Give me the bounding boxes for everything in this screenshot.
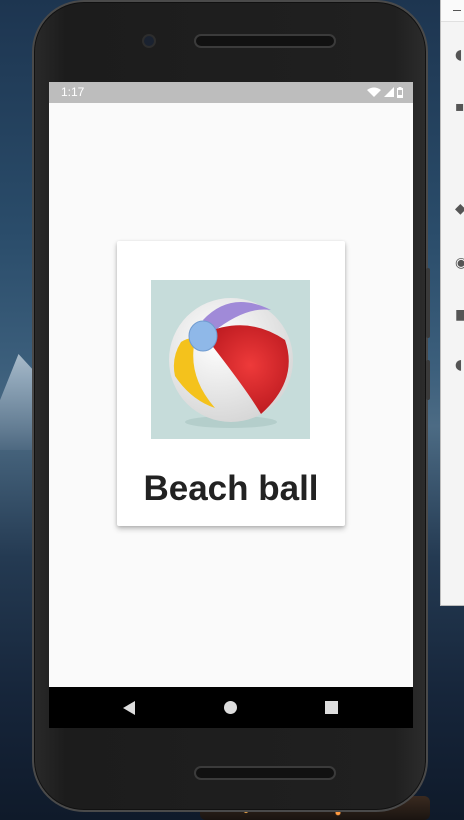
- back-button[interactable]: [123, 701, 135, 715]
- top-speaker: [194, 34, 336, 48]
- status-time: 1:17: [61, 85, 85, 99]
- bottom-speaker: [194, 766, 336, 780]
- beach-ball-image: [151, 280, 310, 439]
- camera-icon[interactable]: ◉: [455, 256, 464, 270]
- status-icons: [367, 85, 403, 99]
- front-camera: [144, 36, 154, 46]
- beach-ball-icon: [169, 298, 293, 428]
- side-window-panel: ◖ ▪ ◆ ◉ ■ ◖: [440, 0, 464, 606]
- power-icon[interactable]: ◖: [455, 48, 464, 62]
- phone-screen: 1:17 Beach ball: [49, 82, 413, 728]
- volume-button[interactable]: [426, 268, 430, 338]
- power-button[interactable]: [426, 360, 430, 400]
- back-icon[interactable]: ◖: [455, 358, 464, 372]
- wifi-icon: [367, 87, 381, 97]
- volume-icon[interactable]: ▪: [455, 100, 464, 114]
- side-window-titlebar: [441, 0, 464, 22]
- rotate-icon[interactable]: ◆: [455, 202, 464, 216]
- navigation-bar: [49, 687, 413, 728]
- signal-icon: [384, 87, 394, 97]
- item-card[interactable]: Beach ball: [117, 241, 345, 526]
- card-title: Beach ball: [143, 469, 319, 508]
- home-button[interactable]: [224, 701, 237, 714]
- status-bar: 1:17: [49, 82, 413, 103]
- recents-button[interactable]: [325, 701, 338, 714]
- minimize-icon[interactable]: [453, 10, 461, 11]
- zoom-icon[interactable]: ■: [455, 308, 464, 322]
- battery-icon: [397, 86, 403, 98]
